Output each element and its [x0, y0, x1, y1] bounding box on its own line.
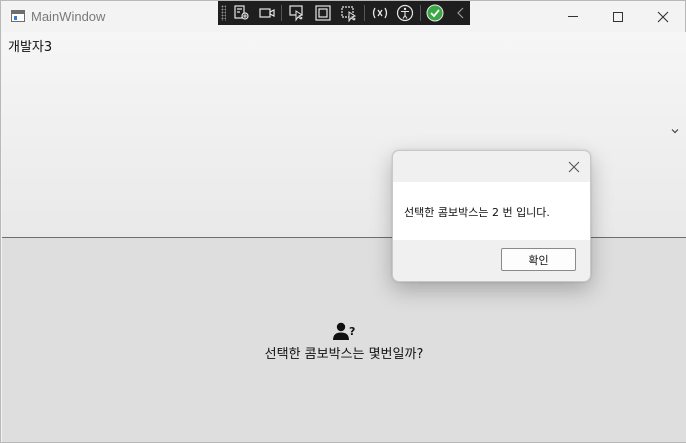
message-dialog: 선택한 콤보박스는 2 번 입니다. 확인	[392, 150, 591, 282]
ok-button[interactable]: 확인	[501, 248, 576, 271]
maximize-icon	[613, 11, 623, 22]
toolbar-grip[interactable]	[221, 5, 226, 21]
xaml-debug-toolbar	[218, 1, 470, 25]
dialog-body: 선택한 콤보박스는 2 번 입니다.	[393, 182, 590, 240]
hot-reload-icon[interactable]	[371, 4, 389, 22]
svg-text:?: ?	[349, 325, 355, 338]
video-record-icon[interactable]	[258, 4, 276, 22]
collapse-chevron-icon[interactable]	[452, 4, 470, 22]
maximize-button[interactable]	[595, 1, 641, 32]
close-button[interactable]	[640, 1, 686, 32]
pointer-icon[interactable]	[288, 4, 306, 22]
toolbar-separator	[420, 5, 421, 21]
dialog-message: 선택한 콤보박스는 2 번 입니다.	[404, 206, 550, 219]
check-circle-icon[interactable]	[426, 4, 444, 22]
minimize-icon	[568, 16, 578, 17]
accessibility-icon[interactable]	[396, 4, 414, 22]
chevron-down-icon[interactable]	[670, 126, 680, 136]
close-icon	[657, 11, 669, 22]
layout-adorner-icon[interactable]	[314, 4, 332, 22]
toolbar-separator	[364, 5, 365, 21]
main-window: MainWindow 개발자3 ? 선택한 콤보박스는 몇번일까? 선택한 콤보…	[0, 0, 686, 443]
window-title: MainWindow	[31, 9, 106, 24]
user-question-icon: ?	[333, 322, 355, 340]
minimize-button[interactable]	[550, 1, 596, 32]
question-label: 선택한 콤보박스는 몇번일까?	[264, 347, 424, 362]
toolbar-separator	[281, 5, 282, 21]
preview-selection-icon[interactable]	[340, 4, 358, 22]
combo-selected-value: 개발자3	[8, 40, 53, 55]
select-element-icon[interactable]	[232, 4, 250, 22]
app-window-icon	[11, 10, 25, 22]
dialog-close-icon[interactable]	[565, 158, 583, 176]
